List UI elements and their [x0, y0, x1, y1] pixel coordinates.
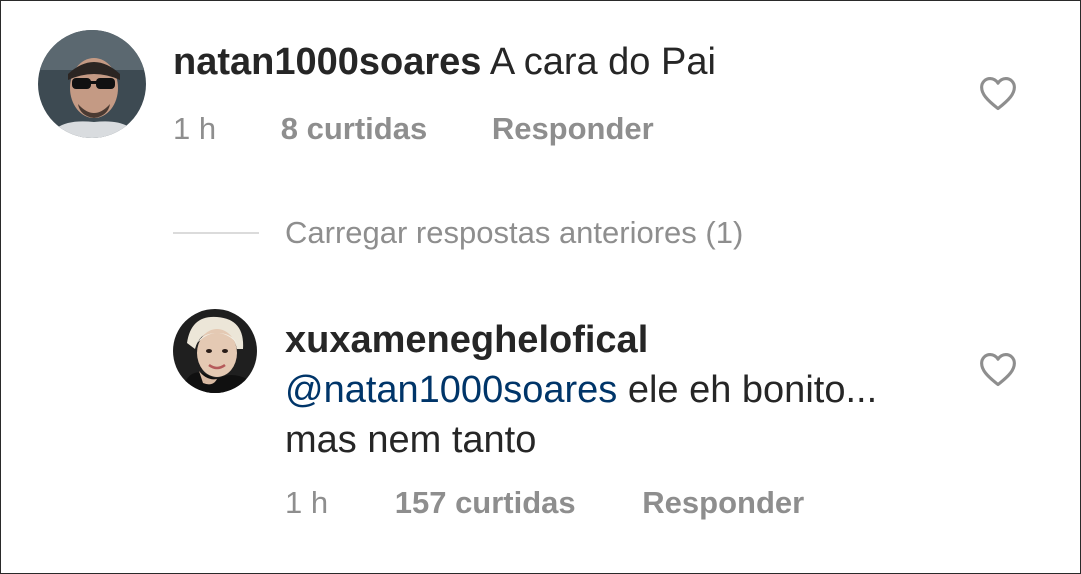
reply-text-continued: mas nem tanto	[285, 419, 537, 461]
reply-likes[interactable]: 157 curtidas	[395, 485, 576, 521]
heart-icon[interactable]	[978, 75, 1018, 111]
reply-text-row-2: mas nem tanto	[285, 419, 536, 462]
user-avatar-sunglasses-icon	[38, 30, 146, 138]
comment-meta: 1 h 8 curtidas Responder	[173, 111, 654, 147]
comment-text: A cara do Pai	[489, 41, 716, 83]
reply-mention-link[interactable]: @natan1000soares	[285, 369, 617, 411]
reply-text-row: @natan1000soares ele eh bonito...	[285, 369, 877, 412]
divider	[173, 232, 259, 234]
user-avatar-blonde-icon	[173, 309, 257, 393]
comment-likes[interactable]: 8 curtidas	[281, 111, 427, 147]
load-previous-label[interactable]: Carregar respostas anteriores (1)	[285, 215, 743, 251]
avatar[interactable]	[38, 30, 146, 138]
reply-time: 1 h	[285, 485, 329, 520]
comment-panel: natan1000soares A cara do Pai 1 h 8 curt…	[0, 0, 1081, 574]
reply-button[interactable]: Responder	[492, 111, 654, 147]
comment-time: 1 h	[173, 111, 217, 146]
reply-button[interactable]: Responder	[642, 485, 804, 521]
comment-text-row: natan1000soares A cara do Pai	[173, 41, 716, 84]
reply-meta: 1 h 157 curtidas Responder	[285, 485, 804, 521]
reply-text: ele eh bonito...	[617, 369, 878, 411]
load-previous-replies[interactable]: Carregar respostas anteriores (1)	[173, 213, 743, 253]
comment-username[interactable]: natan1000soares	[173, 41, 481, 83]
avatar[interactable]	[173, 309, 257, 393]
heart-icon[interactable]	[978, 351, 1018, 387]
reply-username-row: xuxameneghelofical	[285, 319, 648, 362]
reply-username[interactable]: xuxameneghelofical	[285, 319, 648, 361]
